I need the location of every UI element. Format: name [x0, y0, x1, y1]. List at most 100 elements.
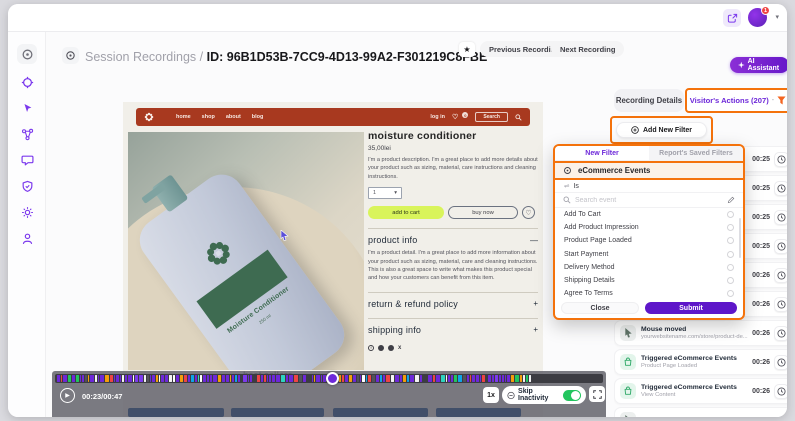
- clock-icon: [777, 358, 786, 367]
- radio-button[interactable]: [727, 290, 734, 297]
- sidebar-item-privacy[interactable]: [17, 176, 37, 196]
- site-heart-icon: ♡: [452, 113, 458, 121]
- sidebar-item-account[interactable]: [17, 228, 37, 248]
- filter-options-list: Add To Cart Add Product Impression Produ…: [555, 208, 743, 300]
- pointer-icon: [21, 102, 34, 115]
- filter-option[interactable]: Add To Cart: [555, 208, 743, 221]
- session-id: ID: 96B1D53B-7CC9-4D13-99A2-F301219C8FBE: [207, 50, 488, 64]
- action-row[interactable]: Mouse moved: [614, 407, 787, 417]
- star-icon: ★: [463, 45, 470, 54]
- radio-button[interactable]: [727, 251, 734, 258]
- product-description: I'm a product description. I'm a great p…: [368, 156, 538, 181]
- tab-visitors-actions[interactable]: Visitor's Actions (207): [690, 96, 769, 105]
- action-row[interactable]: Triggered eCommerce Events View Content …: [614, 378, 787, 404]
- search-event-input[interactable]: [575, 197, 723, 204]
- close-button[interactable]: Close: [561, 302, 639, 314]
- shopping-bag-icon: [623, 357, 633, 367]
- add-filter-highlight: Add New Filter: [610, 116, 713, 144]
- filter-operator-value: Is: [573, 183, 578, 190]
- filter-option[interactable]: Agree To Terms: [555, 287, 743, 300]
- filter-option[interactable]: Shipping Details: [555, 274, 743, 287]
- pencil-icon[interactable]: [727, 196, 735, 204]
- replay-viewport: home shop about blog log in ♡ 0 Search: [123, 102, 543, 417]
- sidebar-item-funnels[interactable]: [17, 124, 37, 144]
- bottle-flower-icon: [199, 234, 238, 273]
- page-thumbnail: [333, 408, 428, 417]
- jump-to-time-button[interactable]: [774, 297, 787, 312]
- sidebar-item-settings[interactable]: [17, 202, 37, 222]
- record-icon: [21, 48, 34, 61]
- add-new-filter-button[interactable]: Add New Filter: [616, 122, 707, 138]
- expand-icon: +: [533, 299, 538, 308]
- jump-to-time-button[interactable]: [774, 239, 787, 254]
- radio-button[interactable]: [727, 277, 734, 284]
- buy-now-button: buy now: [448, 206, 518, 219]
- radio-button[interactable]: [727, 224, 734, 231]
- submit-button[interactable]: Submit: [645, 302, 737, 314]
- action-subtitle: View Content: [641, 392, 750, 398]
- action-row[interactable]: Mouse moved yourwebsitename.com/store/pr…: [614, 320, 787, 346]
- filter-option[interactable]: Product Page Loaded: [555, 234, 743, 247]
- clock-icon: [777, 213, 786, 222]
- action-timestamp: 00:26: [752, 359, 770, 366]
- filter-operator-row[interactable]: ⇌ Is: [555, 180, 743, 193]
- product-price: 35,00lei: [368, 145, 538, 152]
- site-search-icon: [515, 114, 522, 121]
- jump-to-time-button[interactable]: [774, 326, 787, 341]
- person-icon: [21, 232, 34, 245]
- radio-button[interactable]: [727, 264, 734, 271]
- jump-to-time-button[interactable]: [774, 384, 787, 399]
- skip-inactivity-toggle[interactable]: [563, 390, 581, 401]
- filter-option[interactable]: Delivery Method: [555, 261, 743, 274]
- site-search-box: Search: [475, 112, 508, 122]
- tab-recording-details[interactable]: Recording Details: [614, 89, 684, 112]
- action-row[interactable]: Triggered eCommerce Events Product Page …: [614, 349, 787, 375]
- jump-to-time-button[interactable]: [774, 210, 787, 225]
- skip-inactivity-control: Skip Inactivity: [502, 386, 586, 404]
- clock-icon: [777, 329, 786, 338]
- player-bar: ▶ 00:23/00:47 1x Skip Inactivity: [52, 371, 606, 417]
- avatar[interactable]: 1: [748, 8, 767, 27]
- playhead[interactable]: [326, 372, 339, 385]
- chevron-down-icon[interactable]: ▾: [775, 13, 779, 21]
- jump-to-time-button[interactable]: [774, 181, 787, 196]
- next-recording-button[interactable]: Next Recording: [551, 41, 624, 57]
- sparkle-icon: [738, 61, 745, 69]
- action-timestamp: 00:25: [752, 156, 770, 163]
- action-subtitle: Product Page Loaded: [641, 363, 750, 369]
- sidebar-item-clicks[interactable]: [17, 98, 37, 118]
- scrollbar[interactable]: [739, 218, 742, 258]
- action-title: Mouse moved: [641, 417, 768, 418]
- timeline[interactable]: [55, 374, 603, 383]
- tab-saved-filters[interactable]: Report's Saved Filters: [649, 146, 743, 160]
- filter-option[interactable]: Start Payment: [555, 248, 743, 261]
- shield-icon: [21, 180, 34, 193]
- tab-new-filter[interactable]: New Filter: [555, 146, 649, 160]
- filter-event-type-row[interactable]: eCommerce Events: [555, 161, 743, 180]
- fullscreen-button[interactable]: [589, 386, 605, 402]
- filter-option[interactable]: Add Product Impression: [555, 221, 743, 234]
- favorite-button[interactable]: ★: [459, 42, 475, 57]
- action-timestamp: 00:26: [752, 301, 770, 308]
- jump-to-time-button[interactable]: [774, 152, 787, 167]
- tab-visitors-actions-highlight[interactable]: Visitor's Actions (207) - 4: [685, 88, 787, 113]
- sidebar-item-recordings[interactable]: [17, 44, 37, 64]
- share-button[interactable]: [723, 9, 741, 27]
- site-nav-about: about: [226, 114, 241, 120]
- radio-button[interactable]: [727, 211, 734, 218]
- sidebar: [8, 32, 46, 417]
- sidebar-item-feedback[interactable]: [17, 150, 37, 170]
- jump-to-time-button[interactable]: [774, 268, 787, 283]
- breadcrumb: Session Recordings /: [85, 50, 203, 64]
- radio-button[interactable]: [727, 237, 734, 244]
- ai-assistant-button[interactable]: AI Assistant: [730, 57, 787, 73]
- action-timestamp: 00:26: [752, 272, 770, 279]
- page-thumbnail: [128, 408, 224, 417]
- play-button[interactable]: ▶: [60, 388, 75, 403]
- instagram-icon: [388, 345, 394, 351]
- app-window: 1 ▾: [8, 4, 787, 417]
- sidebar-item-target[interactable]: [17, 72, 37, 92]
- page-thumbnail: [436, 408, 521, 417]
- playback-speed-button[interactable]: 1x: [483, 387, 499, 403]
- jump-to-time-button[interactable]: [774, 355, 787, 370]
